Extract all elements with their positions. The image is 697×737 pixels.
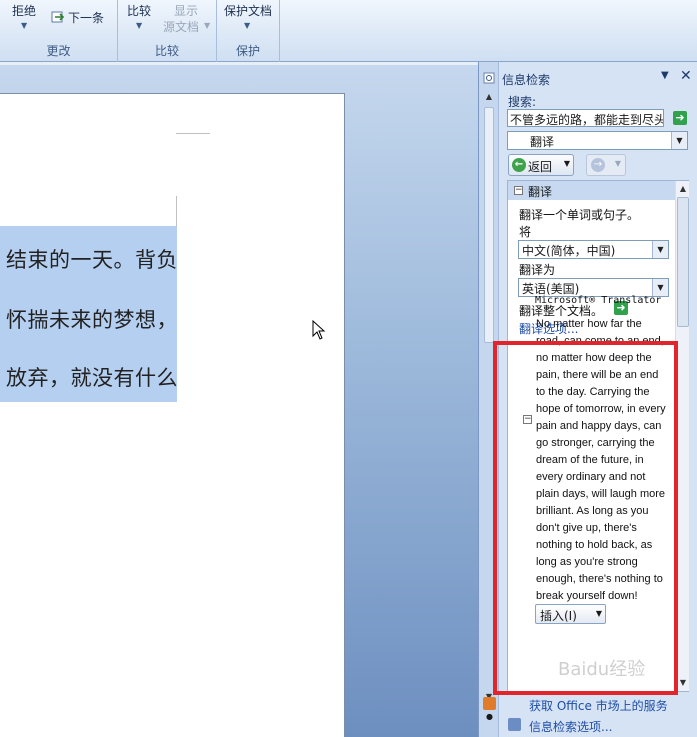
margin-mark — [176, 196, 177, 226]
collapse-icon[interactable]: − — [514, 186, 523, 195]
chevron-down-icon[interactable]: ▼ — [652, 279, 668, 296]
margin-mark — [176, 133, 210, 134]
ribbon-group-changes: 拒绝 ▼ 下一条 更改 — [0, 0, 118, 62]
scroll-up-icon[interactable]: ▲ — [482, 90, 496, 104]
translation-line: No matter how far the — [536, 318, 642, 330]
forward-arrow-icon: → — [591, 158, 605, 172]
mouse-cursor-icon — [312, 319, 326, 343]
from-language-value: 中文(简体，中国) — [522, 244, 616, 258]
from-label: 将 — [519, 225, 532, 239]
document-line[interactable]: 放弃，就没有什么 — [0, 362, 178, 392]
translate-section-header[interactable]: − 翻译 — [508, 181, 675, 200]
chevron-down-icon[interactable]: ▼ — [21, 21, 27, 30]
scroll-thumb[interactable] — [484, 107, 494, 343]
highlight-box — [493, 341, 678, 695]
back-button[interactable]: ← 返回 ▼ — [508, 154, 574, 176]
scroll-dot-icon[interactable]: ● — [486, 712, 493, 721]
section-title: 翻译 — [528, 185, 553, 199]
search-input[interactable]: 不管多远的路，都能走到尽头 — [507, 109, 664, 127]
start-search-icon[interactable]: ➜ — [673, 111, 687, 125]
ribbon: 拒绝 ▼ 下一条 更改 比较 ▼ 显示 源文档 ▼ 比较 保护文档 ▼ 保护 — [0, 0, 697, 62]
next-change-icon — [50, 10, 65, 23]
chevron-down-icon[interactable]: ▼ — [204, 21, 210, 30]
scroll-thumb[interactable] — [677, 197, 689, 327]
show-button[interactable]: 显示 — [174, 2, 198, 19]
chevron-down-icon[interactable]: ▼ — [244, 21, 250, 30]
watermark: Baidu经验 — [558, 659, 646, 680]
document-line[interactable]: 结束的一天。背负 — [0, 244, 178, 274]
chevron-down-icon[interactable]: ▼ — [136, 21, 142, 30]
to-language-value: 英语(美国) — [522, 282, 580, 296]
scroll-up-icon[interactable]: ▲ — [676, 182, 690, 196]
to-label: 翻译为 — [519, 263, 556, 277]
pane-menu-icon[interactable]: ▼ — [661, 70, 669, 81]
from-language-select[interactable]: 中文(简体，中国) ▼ — [518, 240, 669, 259]
research-options-link[interactable]: 信息检索选项... — [529, 718, 612, 735]
translator-title: Microsoft® Translator — [535, 295, 662, 306]
pane-icon — [483, 72, 495, 84]
group-label-protect: 保护 — [235, 44, 260, 58]
translate-hint: 翻译一个单词或句子。 — [519, 208, 640, 222]
reject-button[interactable]: 拒绝 — [12, 2, 36, 19]
ruler-edge — [0, 62, 478, 65]
chevron-down-icon[interactable]: ▼ — [671, 132, 687, 149]
chevron-down-icon[interactable]: ▼ — [652, 241, 668, 258]
scroll-down-icon[interactable]: ▼ — [676, 676, 690, 690]
ribbon-group-protect: 保护文档 ▼ 保护 — [217, 0, 280, 62]
next-button[interactable]: 下一条 — [68, 9, 104, 26]
ribbon-group-compare: 比较 ▼ 显示 源文档 ▼ 比较 — [118, 0, 217, 62]
document-line[interactable]: 怀揣未来的梦想， — [0, 304, 178, 334]
pane-title: 信息检索 — [502, 73, 551, 87]
back-arrow-icon: ← — [512, 158, 526, 172]
compare-button[interactable]: 比较 — [127, 2, 151, 19]
group-label-compare: 比较 — [154, 44, 179, 58]
office-market-link[interactable]: 获取 Office 市场上的服务 — [529, 697, 668, 714]
office-market-icon — [483, 697, 496, 710]
forward-button[interactable]: → ▼ — [586, 154, 626, 176]
protect-document-button[interactable]: 保护文档 — [224, 2, 272, 19]
back-label: 返回 — [528, 160, 553, 174]
source-doc-label[interactable]: 源文档 — [163, 18, 199, 35]
service-value: 翻译 — [530, 135, 555, 149]
service-select[interactable]: 翻译 ▼ — [507, 131, 688, 150]
search-label: 搜索: — [508, 95, 537, 109]
document-page[interactable] — [0, 93, 345, 737]
chevron-down-icon[interactable]: ▼ — [615, 159, 621, 168]
chevron-down-icon[interactable]: ▼ — [564, 159, 570, 168]
group-label-changes: 更改 — [46, 44, 71, 58]
research-options-icon — [508, 718, 521, 731]
close-icon[interactable]: ✕ — [680, 68, 692, 84]
